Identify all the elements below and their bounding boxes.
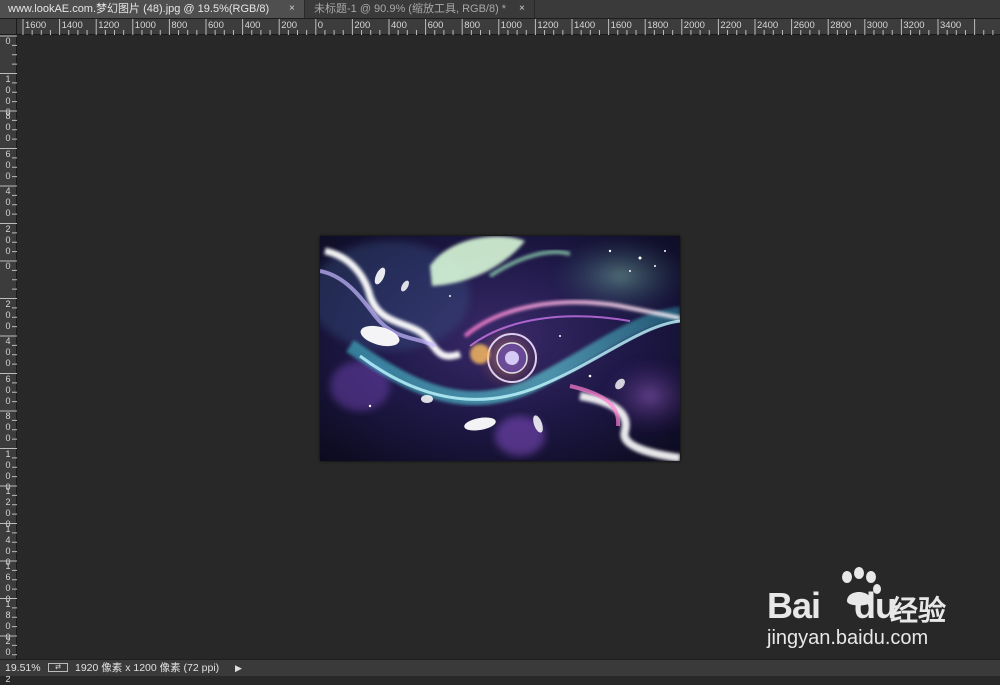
jingyan-text: 经验 [890,594,947,627]
ruler-origin-corner[interactable] [0,19,17,35]
vertical-ruler[interactable]: 0 1000 800 600 400 200 0 200 400 600 800 1000 1200 14… [0,35,17,684]
watermark-url: jingyan.baidu.com [767,627,929,649]
status-bar: 19.51% ⇄ 1920 像素 x 1200 像素 (72 ppi) ▶ [0,659,1000,676]
close-icon[interactable]: × [289,0,295,18]
fantasy-abstract-image [320,236,680,461]
horizontal-ruler[interactable]: 1600 1400 1200 1000 800 600 400 200 0 200 400 600 80… [17,19,1000,35]
tab-untitled-document[interactable]: 未标题-1 @ 90.9% (缩放工具, RGB/8) * × [306,0,535,18]
tab-active-document[interactable]: www.lookAE.com.梦幻图片 (48).jpg @ 19.5%(RGB… [0,0,305,18]
document-image[interactable] [320,236,680,461]
ruler-ticks [0,35,17,656]
close-icon[interactable]: × [519,0,525,18]
ruler-ticks [22,19,994,35]
status-menu-arrow-icon[interactable]: ▶ [235,660,242,676]
baidu-jingyan-watermark: Bai du 经验 jingyan.baidu.com [765,565,965,655]
tab-title: www.lookAE.com.梦幻图片 (48).jpg @ 19.5%(RGB… [8,3,270,15]
document-profile-icon[interactable]: ⇄ [48,663,68,672]
zoom-level-field[interactable]: 19.51% [5,660,41,676]
tab-title: 未标题-1 @ 90.9% (缩放工具, RGB/8) * [314,3,507,15]
document-dimensions: 1920 像素 x 1200 像素 (72 ppi) [75,662,220,674]
document-tab-bar: www.lookAE.com.梦幻图片 (48).jpg @ 19.5%(RGB… [0,0,1000,19]
baidu-logo-text: Bai du [767,585,897,626]
